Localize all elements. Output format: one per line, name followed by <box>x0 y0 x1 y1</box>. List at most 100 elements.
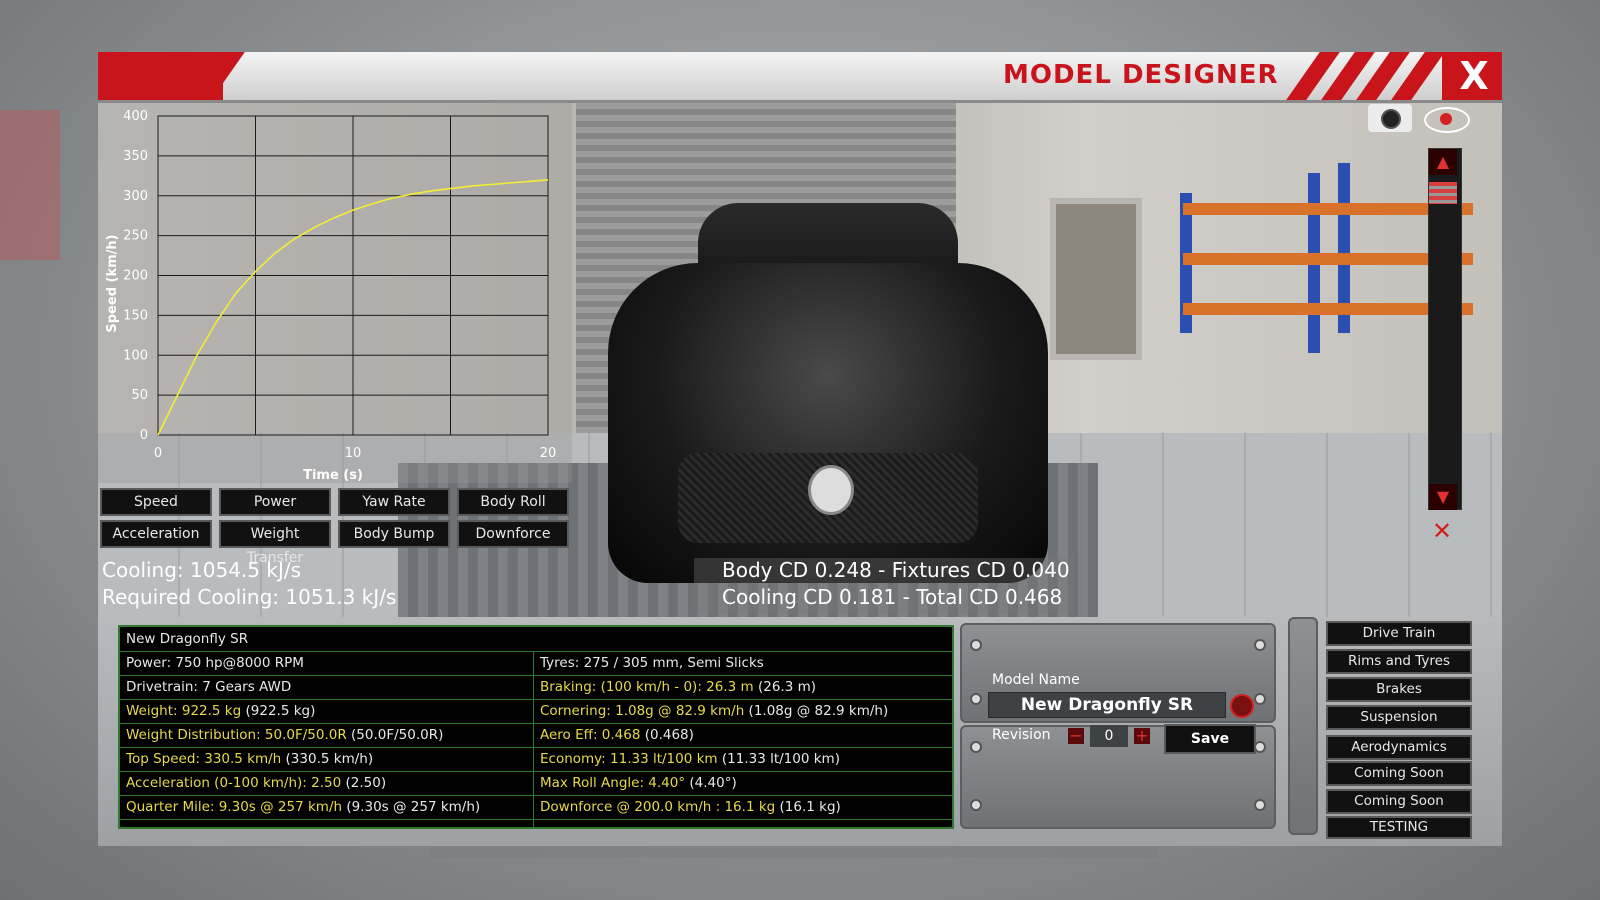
camera-icon[interactable] <box>1368 104 1412 132</box>
menu-coming-soon-1[interactable]: Coming Soon <box>1326 761 1472 786</box>
revision-value[interactable]: 0 <box>1090 725 1128 747</box>
info-car-name: New Dragonfly SR <box>126 631 249 647</box>
info-value-highlight: Quarter Mile: 9.30s @ 257 km/h <box>126 799 343 815</box>
y-axis-label: Speed (km/h) <box>105 234 120 332</box>
info-value-base: (9.30s @ 257 km/h) <box>342 799 481 815</box>
car-model <box>608 203 1048 617</box>
graph-downforce-button[interactable]: Downforce <box>457 520 569 548</box>
y-tick-label: 300 <box>123 189 148 204</box>
info-right-cell: Economy: 11.33 lt/100 km (11.33 lt/100 k… <box>540 747 840 771</box>
rivet <box>970 741 982 753</box>
scroll-thumb[interactable] <box>1429 182 1457 204</box>
x-tick-label: 10 <box>345 446 362 461</box>
car-badge-icon <box>808 465 854 515</box>
info-right-cell: Aero Eff: 0.468 (0.468) <box>540 723 694 747</box>
refresh-icon[interactable] <box>1230 694 1254 718</box>
info-left-cell: Power: 750 hp@8000 RPM <box>126 655 304 671</box>
info-row: Drivetrain: 7 Gears AWD Braking: (100 km/… <box>120 675 952 700</box>
rivet <box>970 799 982 811</box>
info-left-cell: Acceleration (0-100 km/h): 2.50 (2.50) <box>126 771 386 795</box>
menu-suspension[interactable]: Suspension <box>1326 705 1472 730</box>
info-divider <box>533 651 534 827</box>
info-right-cell: Tyres: 275 / 305 mm, Semi Slicks <box>540 655 764 671</box>
info-value-highlight: Aero Eff: 0.468 <box>540 727 641 743</box>
info-value-base: (330.5 km/h) <box>281 751 374 767</box>
info-value-base: (922.5 kg) <box>241 703 316 719</box>
x-axis-label: Time (s) <box>303 468 363 483</box>
info-value-highlight: Downforce @ 200.0 km/h : 16.1 kg <box>540 799 776 815</box>
car-info-table: New Dragonfly SR Power: 750 hp@8000 RPM T… <box>118 625 954 829</box>
scroll-down-icon[interactable]: ▼ <box>1429 484 1457 510</box>
title-bar: MODEL DESIGNER X <box>98 52 1502 103</box>
menu-brakes[interactable]: Brakes <box>1326 677 1472 702</box>
x-tick-label: 20 <box>540 446 557 461</box>
model-name-input[interactable]: New Dragonfly SR <box>988 692 1226 718</box>
info-left-cell: Quarter Mile: 9.30s @ 257 km/h (9.30s @ … <box>126 795 480 819</box>
graph-panel: 0 50 100 150 200 250 300 350 400 0 10 20 Time (s) Spe… <box>98 103 572 483</box>
revision-minus-button[interactable]: − <box>1068 728 1084 744</box>
save-button[interactable]: Save <box>1164 724 1256 754</box>
info-value-highlight: Weight Distribution: 50.0F/50.0R <box>126 727 347 743</box>
info-value-highlight: Weight: 922.5 kg <box>126 703 242 719</box>
rivet <box>1254 799 1266 811</box>
close-button[interactable]: X <box>1452 56 1496 96</box>
graph-yaw-rate-button[interactable]: Yaw Rate <box>338 488 450 516</box>
info-value-highlight: Top Speed: 330.5 km/h <box>126 751 282 767</box>
model-designer-window: MODEL DESIGNER X 0 50 100 150 200 250 300 350 40… <box>98 52 1502 846</box>
y-tick-label: 250 <box>123 229 148 244</box>
graph-weight-transfer-button[interactable]: Weight Transfer <box>219 520 331 566</box>
graph-power-button[interactable]: Power <box>219 488 331 516</box>
hide-view-icon[interactable]: ✕ <box>1422 518 1462 544</box>
info-row: Weight Distribution: 50.0F/50.0R (50.0F/… <box>120 723 952 748</box>
info-value-base: (2.50) <box>341 775 387 791</box>
graph-body-roll-button[interactable]: Body Roll <box>457 488 569 516</box>
info-left-cell: Top Speed: 330.5 km/h (330.5 km/h) <box>126 747 373 771</box>
graph-speed-button[interactable]: Speed <box>100 488 212 516</box>
info-value-base: (0.468) <box>640 727 694 743</box>
y-tick-label: 150 <box>123 308 148 323</box>
info-value-highlight: Economy: 11.33 lt/100 km <box>540 751 718 767</box>
info-row: Top Speed: 330.5 km/h (330.5 km/h) Econom… <box>120 747 952 772</box>
y-tick-label: 200 <box>123 269 148 284</box>
info-value-highlight: Braking: (100 km/h - 0): 26.3 m <box>540 679 754 695</box>
body-cd-readout: Body CD 0.248 - Fixtures CD 0.040 <box>722 558 1070 582</box>
menu-coming-soon-2[interactable]: Coming Soon <box>1326 789 1472 814</box>
info-value-base: (16.1 kg) <box>775 799 841 815</box>
revision-plus-button[interactable]: + <box>1134 728 1150 744</box>
info-value-highlight: Max Roll Angle: 4.40° <box>540 775 686 791</box>
cooling-cd-readout: Cooling CD 0.181 - Total CD 0.468 <box>722 585 1063 609</box>
menu-rims-and-tyres[interactable]: Rims and Tyres <box>1326 649 1472 674</box>
cooling-readout: Cooling: 1054.5 kJ/s <box>102 558 301 582</box>
window-title: MODEL DESIGNER <box>1003 60 1279 90</box>
info-left-cell: Weight: 922.5 kg (922.5 kg) <box>126 699 315 723</box>
graph-acceleration-button[interactable]: Acceleration <box>100 520 212 548</box>
model-name-label: Model Name <box>992 672 1080 688</box>
graph-body-bump-button[interactable]: Body Bump <box>338 520 450 548</box>
info-left-cell: Drivetrain: 7 Gears AWD <box>126 679 292 695</box>
info-row: Quarter Mile: 9.30s @ 257 km/h (9.30s @ … <box>120 795 952 820</box>
info-value-highlight: Cornering: 1.08g @ 82.9 km/h <box>540 703 745 719</box>
rivet <box>970 639 982 651</box>
rivet <box>970 693 982 705</box>
background-red-shape <box>0 110 60 260</box>
menu-aerodynamics[interactable]: Aerodynamics <box>1326 735 1472 760</box>
y-tick-label: 100 <box>123 348 148 363</box>
info-left-cell: Weight Distribution: 50.0F/50.0R (50.0F/… <box>126 723 443 747</box>
y-tick-label: 50 <box>131 388 148 403</box>
info-right-cell: Braking: (100 km/h - 0): 26.3 m (26.3 m) <box>540 675 816 699</box>
info-value-base: (11.33 lt/100 km) <box>717 751 840 767</box>
y-tick-label: 0 <box>140 428 148 443</box>
rivet <box>1254 639 1266 651</box>
y-tick-label: 350 <box>123 149 148 164</box>
info-value-highlight: Acceleration (0-100 km/h): 2.50 <box>126 775 342 791</box>
y-tick-label: 400 <box>123 109 148 124</box>
info-name-row: New Dragonfly SR <box>120 627 952 652</box>
menu-testing[interactable]: TESTING <box>1326 816 1472 839</box>
speed-graph: 0 50 100 150 200 250 300 350 400 0 10 20 Time (s) Spe… <box>105 109 557 483</box>
info-value-base: (1.08g @ 82.9 km/h) <box>744 703 889 719</box>
eye-icon[interactable] <box>1424 107 1470 133</box>
scroll-up-icon[interactable]: ▲ <box>1429 149 1457 175</box>
info-right-cell: Max Roll Angle: 4.40° (4.40°) <box>540 771 737 795</box>
menu-drive-train[interactable]: Drive Train <box>1326 621 1472 646</box>
info-value-base: (4.40°) <box>685 775 737 791</box>
